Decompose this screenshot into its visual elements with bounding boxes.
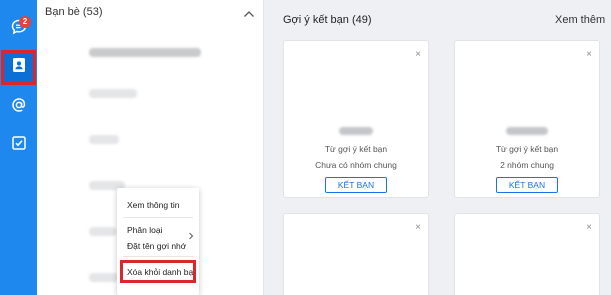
unread-badge: 2 <box>19 16 31 28</box>
chevron-right-icon <box>188 227 194 245</box>
todo-icon <box>10 134 28 157</box>
menu-item-nickname[interactable]: Đặt tên gợi nhớ <box>127 241 186 251</box>
close-icon[interactable]: × <box>586 222 592 233</box>
friend-item[interactable] <box>89 227 117 236</box>
suggestion-card: × <box>454 213 600 295</box>
suggestions-title: Gợi ý kết bạn (49) <box>283 14 372 26</box>
chevron-up-icon[interactable] <box>243 6 255 24</box>
contacts-icon <box>10 56 28 79</box>
friend-item[interactable] <box>89 89 137 98</box>
suggestion-source: Từ gợi ý kết bạn <box>495 144 559 154</box>
close-icon[interactable]: × <box>415 49 421 60</box>
suggestion-name <box>506 127 548 135</box>
friends-header: Bạn bè (53) <box>45 6 103 18</box>
friend-item[interactable] <box>89 273 119 282</box>
add-friend-button[interactable]: KẾT BẠN <box>325 177 387 193</box>
at-icon <box>10 96 28 119</box>
menu-divider <box>123 256 193 257</box>
menu-item-categorize[interactable]: Phân loại <box>127 225 162 235</box>
suggestion-name <box>339 127 373 135</box>
suggestion-card: × Từ gợi ý kết bạn Chưa có nhóm chung KẾ… <box>283 40 429 198</box>
close-icon[interactable]: × <box>415 222 421 233</box>
mutual-groups: 2 nhóm chung <box>500 160 554 170</box>
menu-item-view-info[interactable]: Xem thông tin <box>127 200 179 210</box>
contacts-tab[interactable] <box>1 50 36 85</box>
suggestion-source: Từ gợi ý kết bạn <box>324 144 388 154</box>
context-menu: Xem thông tin Phân loại Đặt tên gợi nhớ … <box>117 188 199 295</box>
suggestion-card: × <box>283 213 429 295</box>
mentions-tab[interactable] <box>3 92 34 123</box>
friend-item[interactable] <box>89 135 119 144</box>
todo-tab[interactable] <box>3 130 34 161</box>
chat-tab[interactable]: 2 <box>3 14 34 45</box>
nav-rail: 2 <box>0 0 37 295</box>
add-friend-button[interactable]: KẾT BẠN <box>496 177 558 193</box>
close-icon[interactable]: × <box>586 49 592 60</box>
highlight-box <box>120 260 196 283</box>
mutual-groups: Chưa có nhóm chung <box>315 160 397 170</box>
friend-item[interactable] <box>89 48 201 57</box>
menu-divider <box>123 217 193 218</box>
suggestion-card: × Từ gợi ý kết bạn 2 nhóm chung KẾT BẠN <box>454 40 600 198</box>
see-more-link[interactable]: Xem thêm <box>555 14 605 26</box>
